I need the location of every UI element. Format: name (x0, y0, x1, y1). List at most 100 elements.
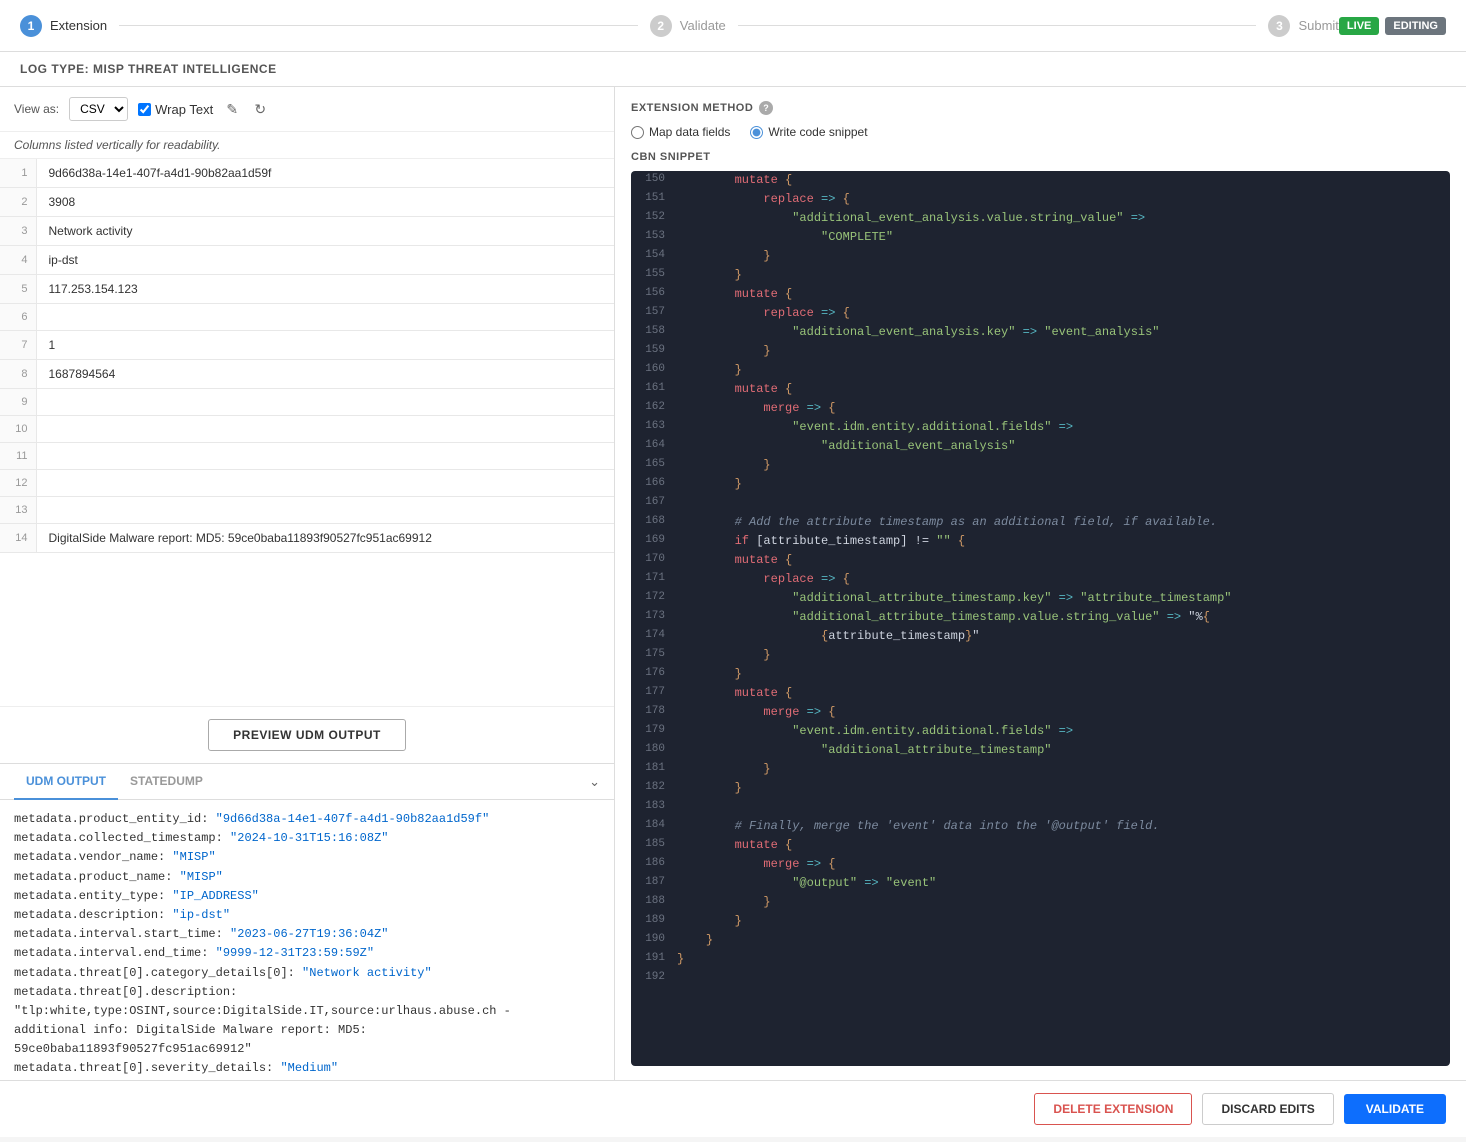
udm-line: metadata.product_name: "MISP" (14, 868, 600, 887)
udm-line: metadata.threat[0].description: (14, 983, 600, 1002)
info-icon[interactable]: ? (759, 101, 773, 115)
discard-edits-button[interactable]: DISCARD EDITS (1202, 1093, 1333, 1125)
line-code (673, 494, 677, 513)
udm-key: metadata.entity_type: (14, 889, 165, 903)
edit-icon[interactable]: ✎ (223, 100, 241, 118)
code-line: 183 (631, 798, 1450, 817)
code-line: 151 replace => { (631, 190, 1450, 209)
write-code-label: Write code snippet (768, 125, 867, 139)
output-tabs-wrap: UDM OUTPUT STATEDUMP ⌄ metadata.product_… (0, 763, 614, 1080)
udm-value: "2023-06-27T19:36:04Z" (223, 927, 389, 941)
line-number: 183 (631, 798, 673, 817)
line-number: 185 (631, 836, 673, 855)
view-as-select[interactable]: CSV (69, 97, 128, 121)
row-value: DigitalSide Malware report: MD5: 59ce0ba… (36, 524, 614, 553)
wizard-step-1[interactable]: 1 Extension (20, 15, 107, 37)
wizard-step-2[interactable]: 2 Validate (650, 15, 726, 37)
line-code: mutate { (673, 551, 792, 570)
row-num: 6 (0, 304, 36, 331)
line-number: 192 (631, 969, 673, 988)
wizard-step-3[interactable]: 3 Submit (1268, 15, 1338, 37)
row-value (36, 304, 614, 331)
line-code: # Finally, merge the 'event' data into t… (673, 817, 1159, 836)
code-line: 190 } (631, 931, 1450, 950)
preview-udm-button[interactable]: PREVIEW UDM OUTPUT (208, 719, 406, 751)
line-code: } (673, 760, 771, 779)
code-line: 188 } (631, 893, 1450, 912)
line-number: 188 (631, 893, 673, 912)
line-number: 191 (631, 950, 673, 969)
wrap-text-checkbox[interactable] (138, 103, 151, 116)
write-code-radio-label[interactable]: Write code snippet (750, 125, 867, 139)
line-code: } (673, 266, 742, 285)
row-value (36, 470, 614, 497)
line-code: if [attribute_timestamp] != "" { (673, 532, 965, 551)
code-editor[interactable]: 150 mutate {151 replace => {152 "additio… (631, 171, 1450, 1066)
udm-line: metadata.threat[0].category_details[0]: … (14, 964, 600, 983)
tab-statedump[interactable]: STATEDUMP (118, 764, 215, 800)
line-number: 160 (631, 361, 673, 380)
line-number: 176 (631, 665, 673, 684)
radio-group: Map data fields Write code snippet (631, 125, 1450, 139)
wrap-text-toggle[interactable]: Wrap Text (138, 102, 213, 117)
line-code: merge => { (673, 399, 835, 418)
step-3-label: Submit (1298, 18, 1338, 33)
udm-line: "tlp:white,type:OSINT,source:DigitalSide… (14, 1002, 600, 1021)
udm-key: metadata.vendor_name: (14, 850, 165, 864)
validate-button[interactable]: VALIDATE (1344, 1094, 1446, 1124)
udm-key: metadata.threat[0].category_details[0]: (14, 966, 295, 980)
line-code: } (673, 912, 742, 931)
code-line: 178 merge => { (631, 703, 1450, 722)
line-code: "@output" => "event" (673, 874, 936, 893)
wizard-header: 1 Extension 2 Validate 3 Submit LIVE EDI… (0, 0, 1466, 52)
line-code: "event.idm.entity.additional.fields" => (673, 722, 1073, 741)
write-code-radio[interactable] (750, 126, 763, 139)
refresh-icon[interactable]: ↻ (251, 100, 269, 118)
line-code: {attribute_timestamp}" (673, 627, 979, 646)
step-3-num: 3 (1268, 15, 1290, 37)
expand-output-icon[interactable]: ⌄ (589, 774, 600, 790)
row-num: 7 (0, 331, 36, 360)
code-line: 166 } (631, 475, 1450, 494)
line-number: 157 (631, 304, 673, 323)
udm-key: metadata.product_entity_id: (14, 812, 208, 826)
udm-key: metadata.product_name: (14, 870, 172, 884)
wizard-badges: LIVE EDITING (1339, 17, 1446, 35)
line-code: } (673, 342, 771, 361)
line-code: mutate { (673, 285, 792, 304)
code-line: 159 } (631, 342, 1450, 361)
line-code: } (673, 665, 742, 684)
row-value: ip-dst (36, 246, 614, 275)
udm-line: metadata.collected_timestamp: "2024-10-3… (14, 829, 600, 848)
udm-key: "tlp:white,type:OSINT,source:DigitalSide… (14, 1004, 511, 1018)
code-line: 167 (631, 494, 1450, 513)
line-number: 178 (631, 703, 673, 722)
line-number: 155 (631, 266, 673, 285)
row-value: 3908 (36, 188, 614, 217)
line-number: 186 (631, 855, 673, 874)
delete-extension-button[interactable]: DELETE EXTENSION (1034, 1093, 1192, 1125)
code-line: 172 "additional_attribute_timestamp.key"… (631, 589, 1450, 608)
line-number: 156 (631, 285, 673, 304)
view-as-label: View as: (14, 102, 59, 116)
line-code: } (673, 931, 713, 950)
line-number: 158 (631, 323, 673, 342)
row-num: 13 (0, 497, 36, 524)
udm-value: "9d66d38a-14e1-407f-a4d1-90b82aa1d59f" (208, 812, 489, 826)
line-number: 150 (631, 171, 673, 190)
map-data-radio[interactable] (631, 126, 644, 139)
line-code: merge => { (673, 703, 835, 722)
line-number: 181 (631, 760, 673, 779)
line-code: } (673, 247, 771, 266)
tab-udm-output[interactable]: UDM OUTPUT (14, 764, 118, 800)
log-type-bar: LOG TYPE: MISP THREAT INTELLIGENCE (0, 52, 1466, 87)
code-line: 160 } (631, 361, 1450, 380)
udm-key: metadata.collected_timestamp: (14, 831, 223, 845)
row-value: Network activity (36, 217, 614, 246)
line-code: mutate { (673, 171, 792, 190)
code-line: 158 "additional_event_analysis.key" => "… (631, 323, 1450, 342)
line-number: 164 (631, 437, 673, 456)
map-data-radio-label[interactable]: Map data fields (631, 125, 730, 139)
line-code: "COMPLETE" (673, 228, 893, 247)
code-line: 175 } (631, 646, 1450, 665)
